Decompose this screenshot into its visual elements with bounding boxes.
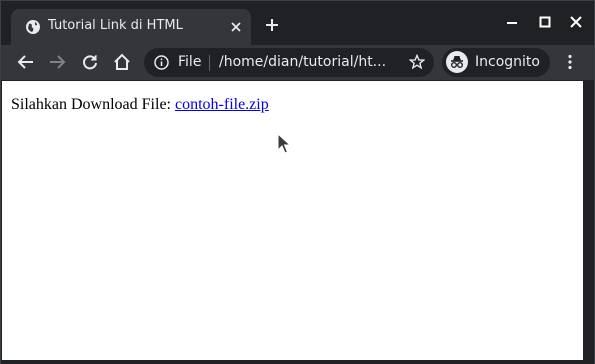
omnibox-divider — [209, 55, 210, 71]
toolbar: File /home/dian/tutorial/ht... Incognito — [1, 45, 594, 80]
window-bottom-edge — [1, 360, 594, 364]
mouse-cursor-icon — [277, 133, 291, 154]
minimize-icon[interactable] — [505, 15, 519, 29]
close-tab-icon[interactable] — [229, 20, 243, 34]
bookmark-star-icon[interactable] — [409, 54, 425, 70]
info-icon[interactable] — [154, 55, 169, 70]
kebab-menu-icon[interactable] — [563, 54, 577, 70]
download-prefix-text: Silahkan Download File: — [11, 96, 175, 113]
new-tab-plus-icon[interactable] — [264, 17, 280, 33]
tab-active[interactable]: Tutorial Link di HTML — [11, 9, 251, 45]
incognito-label: Incognito — [475, 54, 540, 70]
download-link[interactable]: contoh-file.zip — [175, 96, 269, 113]
maximize-icon[interactable] — [538, 15, 552, 29]
globe-icon — [26, 20, 40, 34]
incognito-icon — [446, 51, 468, 73]
scheme-label: File — [178, 54, 202, 70]
window-close-icon[interactable] — [569, 15, 583, 29]
page-content: Silahkan Download File: contoh-file.zip — [2, 81, 583, 360]
download-paragraph: Silahkan Download File: contoh-file.zip — [11, 96, 269, 114]
tab-strip: Tutorial Link di HTML — [1, 1, 594, 45]
address-bar[interactable]: File /home/dian/tutorial/ht... — [144, 48, 434, 77]
tab-title: Tutorial Link di HTML — [48, 18, 183, 33]
home-icon[interactable] — [113, 53, 131, 71]
incognito-badge[interactable]: Incognito — [442, 48, 550, 77]
url-text[interactable]: /home/dian/tutorial/ht... — [219, 54, 399, 70]
back-arrow-icon[interactable] — [17, 53, 35, 71]
browser-window: Tutorial Link di HTML File /home/dian/tu… — [0, 0, 595, 364]
reload-icon[interactable] — [81, 53, 99, 71]
forward-arrow-icon[interactable] — [48, 53, 66, 71]
